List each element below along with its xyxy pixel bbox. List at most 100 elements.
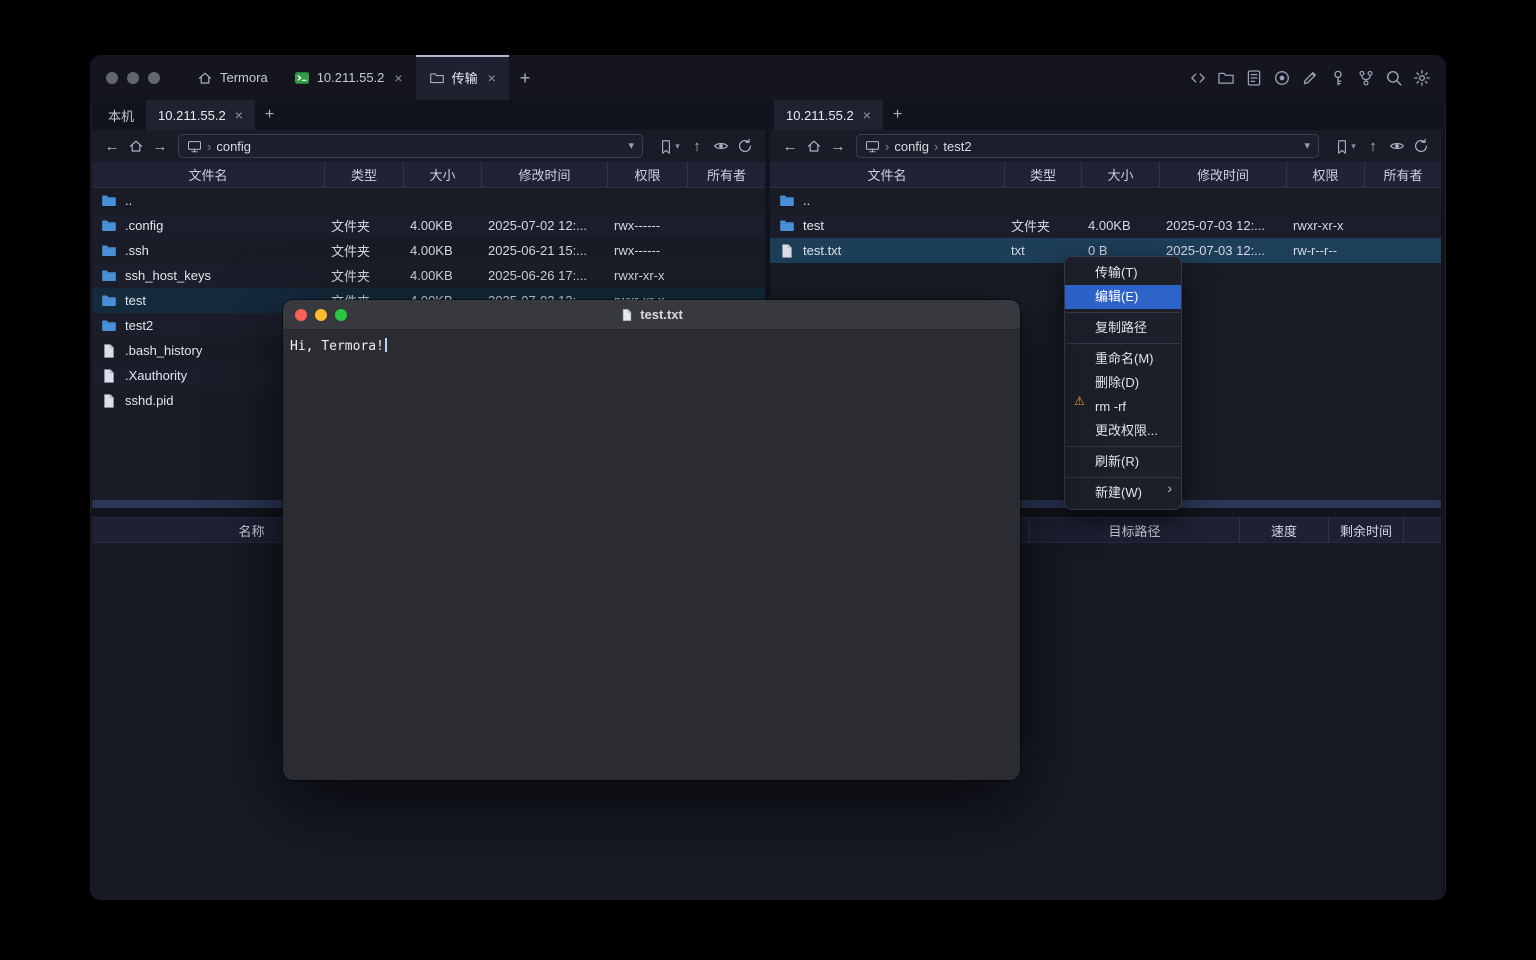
menu-item-label: 重命名(M) (1095, 351, 1154, 366)
menu-item-refresh[interactable]: 刷新(R) (1065, 450, 1181, 474)
column-header[interactable]: 类型 (1005, 162, 1082, 187)
menu-item-edit[interactable]: 编辑(E) (1065, 285, 1181, 309)
file-name: .bash_history (125, 343, 202, 358)
column-header[interactable]: 文件名 (92, 162, 325, 187)
menu-item-rename[interactable]: 重命名(M) (1065, 347, 1181, 371)
home-button[interactable] (802, 134, 826, 158)
bookmark-dropdown-icon[interactable]: ▾ (675, 142, 680, 151)
column-header[interactable]: 文件名 (770, 162, 1005, 187)
record-icon[interactable] (1273, 69, 1291, 87)
code-icon[interactable] (1189, 69, 1207, 87)
path-segment[interactable]: config (894, 139, 929, 154)
up-directory-button[interactable]: ↑ (1361, 134, 1385, 158)
path-breadcrumb[interactable]: ›config›test2▾ (856, 134, 1319, 158)
column-header[interactable]: 权限 (1287, 162, 1365, 187)
file-name-cell: ssh_host_keys (92, 268, 325, 284)
file-row[interactable]: .. (770, 188, 1441, 213)
path-breadcrumb[interactable]: ›config▾ (178, 134, 643, 158)
bookmark-dropdown-icon[interactable]: ▾ (1351, 142, 1356, 151)
path-segment[interactable]: test2 (943, 139, 971, 154)
transfer-column-header[interactable] (1404, 518, 1441, 542)
close-tab-icon[interactable]: × (863, 108, 871, 122)
close-tab-icon[interactable]: × (488, 71, 496, 85)
home-button[interactable] (124, 134, 148, 158)
folder-icon (429, 70, 445, 86)
up-directory-button[interactable]: ↑ (685, 134, 709, 158)
file-name: .config (125, 218, 163, 233)
app-tab-host[interactable]: 10.211.55.2 × (281, 55, 416, 100)
column-header[interactable]: 修改时间 (1160, 162, 1287, 187)
path-segment[interactable]: config (216, 139, 251, 154)
menu-item-delete[interactable]: 删除(D) (1065, 371, 1181, 395)
forward-button[interactable]: → (826, 134, 850, 158)
bookmark-button[interactable]: ▾ (1329, 134, 1361, 158)
new-panel-tab-button[interactable]: + (883, 100, 912, 130)
column-header[interactable]: 权限 (608, 162, 688, 187)
tab-label: 10.211.55.2 (317, 70, 385, 85)
close-tab-icon[interactable]: × (394, 71, 402, 85)
file-icon (779, 243, 795, 259)
bookmark-button[interactable]: ▾ (653, 134, 685, 158)
editor-content[interactable]: Hi, Termora! (283, 330, 1020, 362)
show-hidden-files-button[interactable] (1385, 134, 1409, 158)
file-cell: rwx------ (608, 243, 688, 258)
notes-icon[interactable] (1245, 69, 1263, 87)
editor-close-button[interactable] (295, 309, 307, 321)
transfer-column-header[interactable]: 速度 (1240, 518, 1329, 542)
editor-minimize-button[interactable] (315, 309, 327, 321)
panel-tab-remote[interactable]: 10.211.55.2× (146, 100, 255, 130)
file-row[interactable]: .config文件夹4.00KB2025-07-02 12:...rwx----… (92, 213, 765, 238)
column-header[interactable]: 类型 (325, 162, 404, 187)
back-button[interactable]: ← (778, 134, 802, 158)
new-panel-tab-button[interactable]: + (255, 100, 284, 130)
editor-titlebar[interactable]: test.txt (283, 300, 1020, 330)
file-row[interactable]: test文件夹4.00KB2025-07-03 12:...rwxr-xr-x (770, 213, 1441, 238)
close-window-button[interactable] (106, 72, 118, 84)
path-dropdown-icon[interactable]: ▾ (1304, 141, 1310, 152)
folder-icon[interactable] (1217, 69, 1235, 87)
menu-item-rm-rf[interactable]: ⚠rm -rf (1065, 395, 1181, 419)
file-cell: 2025-07-02 12:... (482, 218, 608, 233)
app-tab-termora[interactable]: Termora (184, 55, 281, 100)
file-name: .Xauthority (125, 368, 187, 383)
pencil-icon[interactable] (1301, 69, 1319, 87)
path-dropdown-icon[interactable]: ▾ (628, 141, 634, 152)
panel-tab-local[interactable]: 本机 (96, 100, 146, 130)
folder-icon (101, 268, 117, 284)
submenu-arrow-icon: › (1167, 481, 1172, 495)
minimize-window-button[interactable] (127, 72, 139, 84)
file-cell: 2025-07-03 12:... (1160, 243, 1287, 258)
forward-button[interactable]: → (148, 134, 172, 158)
zoom-window-button[interactable] (148, 72, 160, 84)
column-header[interactable]: 所有者 (688, 162, 765, 187)
settings-icon[interactable] (1413, 69, 1431, 87)
column-header[interactable]: 所有者 (1365, 162, 1441, 187)
terminal-icon (294, 70, 310, 86)
refresh-button[interactable] (733, 134, 757, 158)
back-button[interactable]: ← (100, 134, 124, 158)
branch-icon[interactable] (1357, 69, 1375, 87)
transfer-column-header[interactable]: 目标路径 (1030, 518, 1240, 542)
menu-item-new[interactable]: 新建(W)› (1065, 481, 1181, 505)
close-tab-icon[interactable]: × (235, 108, 243, 122)
file-row[interactable]: ssh_host_keys文件夹4.00KB2025-06-26 17:...r… (92, 263, 765, 288)
key-icon[interactable] (1329, 69, 1347, 87)
menu-item-copy-path[interactable]: 复制路径 (1065, 316, 1181, 340)
new-tab-button[interactable]: + (509, 55, 542, 100)
folder-icon (101, 243, 117, 259)
menu-item-chmod[interactable]: 更改权限... (1065, 419, 1181, 443)
transfer-column-header[interactable]: 剩余时间 (1329, 518, 1404, 542)
menu-item-transfer[interactable]: 传输(T) (1065, 261, 1181, 285)
app-tab-transfer[interactable]: 传输× (416, 55, 509, 100)
panel-tab-remote[interactable]: 10.211.55.2× (774, 100, 883, 130)
path-separator-icon: › (885, 140, 889, 153)
editor-zoom-button[interactable] (335, 309, 347, 321)
refresh-button[interactable] (1409, 134, 1433, 158)
file-row[interactable]: .ssh文件夹4.00KB2025-06-21 15:...rwx------ (92, 238, 765, 263)
show-hidden-files-button[interactable] (709, 134, 733, 158)
column-header[interactable]: 修改时间 (482, 162, 608, 187)
column-header[interactable]: 大小 (1082, 162, 1160, 187)
column-header[interactable]: 大小 (404, 162, 482, 187)
search-icon[interactable] (1385, 69, 1403, 87)
file-row[interactable]: .. (92, 188, 765, 213)
